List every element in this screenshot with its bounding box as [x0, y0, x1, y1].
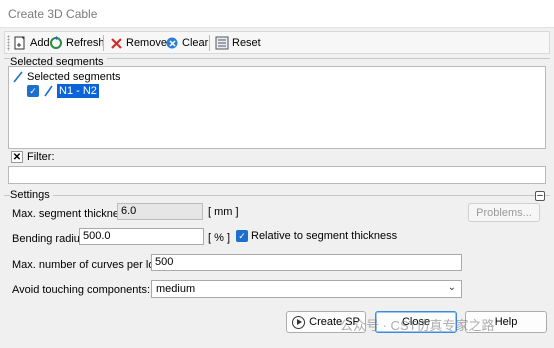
- problems-button[interactable]: Problems...: [468, 203, 540, 222]
- toolbar-separator: [103, 35, 104, 51]
- bending-radius-label: Bending radius:: [12, 233, 89, 245]
- toolbar-separator: [209, 35, 210, 51]
- avoid-touching-value: medium: [156, 283, 196, 295]
- segment-icon: [13, 71, 23, 83]
- tree-item-n1-n2[interactable]: ✓ N1 - N2: [27, 84, 99, 98]
- settings-group-label: Settings: [10, 189, 53, 201]
- add-button[interactable]: Add: [11, 34, 52, 52]
- refresh-icon: [50, 36, 62, 49]
- clear-button[interactable]: Clear: [163, 34, 210, 52]
- relative-to-thickness-checkbox[interactable]: ✓: [236, 230, 248, 242]
- refresh-button[interactable]: Refresh: [47, 34, 107, 52]
- max-segment-thickness-label: Max. segment thickness:: [12, 208, 134, 220]
- title-bar: Create 3D Cable: [0, 0, 554, 28]
- collapse-icon[interactable]: –: [535, 191, 545, 201]
- max-segment-thickness-field: 6.0: [117, 203, 203, 220]
- filter-close-icon[interactable]: ✕: [11, 151, 23, 163]
- chevron-down-icon: ⌄: [447, 282, 456, 293]
- radius-unit: [ % ]: [208, 232, 231, 244]
- refresh-label: Refresh: [66, 37, 105, 49]
- create-label: Create SP: [309, 316, 360, 328]
- max-curves-label: Max. number of curves per loft:: [12, 259, 164, 271]
- segment-label: N1 - N2: [57, 84, 99, 98]
- close-button[interactable]: Close: [375, 311, 457, 333]
- help-button[interactable]: Help: [465, 311, 547, 333]
- remove-icon: [111, 37, 122, 49]
- bending-radius-field[interactable]: 500.0: [79, 228, 204, 245]
- segment-icon: [44, 85, 53, 97]
- avoid-touching-label: Avoid touching components:: [12, 284, 150, 296]
- window-title: Create 3D Cable: [8, 7, 98, 21]
- relative-to-thickness-label: Relative to segment thickness: [251, 230, 398, 242]
- reset-icon: [215, 36, 229, 50]
- add-icon: [14, 36, 25, 50]
- segment-checkbox[interactable]: ✓: [27, 85, 39, 97]
- reset-button[interactable]: Reset: [213, 34, 263, 52]
- segments-tree[interactable]: Selected segments ✓ N1 - N2: [8, 66, 546, 149]
- filter-row: ✕ Filter:: [11, 151, 55, 163]
- create-button[interactable]: Create SP: [286, 311, 366, 333]
- help-label: Help: [494, 316, 518, 328]
- reset-label: Reset: [232, 37, 261, 49]
- max-curves-field[interactable]: 500: [151, 254, 462, 271]
- tree-root-label: Selected segments: [27, 71, 121, 83]
- clear-icon: [166, 37, 178, 49]
- remove-label: Remove: [126, 37, 167, 49]
- play-icon: [292, 315, 306, 329]
- toolbar-grip[interactable]: [7, 35, 10, 51]
- filter-input[interactable]: [8, 166, 546, 184]
- clear-label: Clear: [182, 37, 209, 49]
- toolbar: Add Refresh Remove Clear Reset: [4, 31, 550, 54]
- filter-label: Filter:: [27, 151, 55, 163]
- thickness-unit: [ mm ]: [208, 206, 239, 218]
- tree-root[interactable]: Selected segments: [12, 70, 121, 84]
- avoid-touching-select[interactable]: medium ⌄: [151, 280, 462, 298]
- remove-button[interactable]: Remove: [108, 34, 169, 52]
- close-label: Close: [401, 316, 431, 328]
